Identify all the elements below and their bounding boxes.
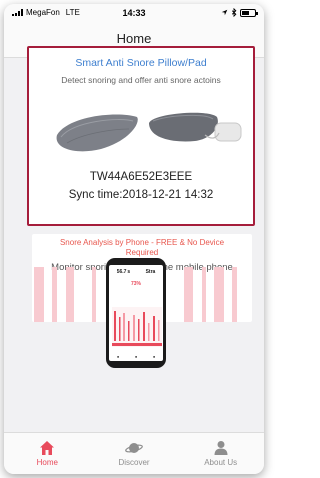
tab-home[interactable]: Home	[4, 433, 91, 474]
pillow-illustration	[56, 112, 242, 152]
device-card-subtitle: Detect snoring and offer anti snore acto…	[61, 75, 221, 85]
status-right	[221, 8, 258, 17]
bluetooth-icon	[231, 8, 237, 17]
preview-footer: ■ ■ ■	[116, 355, 156, 359]
page-title: Home	[116, 31, 152, 46]
tab-about-us[interactable]: About Us	[177, 433, 264, 474]
status-bar: MegaFon LTE 14:33	[4, 4, 264, 22]
preview-score: 73%	[130, 281, 141, 287]
preview-left-value: 56.7 s	[116, 269, 131, 275]
preview-graph	[112, 307, 162, 347]
device-card[interactable]: Smart Anti Snore Pillow/Pad Detect snori…	[27, 46, 255, 226]
phone-frame: MegaFon LTE 14:33 Home Smart Anti Snore …	[4, 4, 264, 474]
tab-about-us-label: About Us	[204, 458, 238, 467]
preview-right-value: Stra	[145, 269, 156, 275]
phone-preview-image: 56.7 s Stra 73% ■ ■ ■	[106, 258, 166, 368]
person-icon	[214, 441, 228, 455]
home-icon	[40, 441, 55, 455]
tab-home-label: Home	[36, 458, 58, 467]
pillow-product-image	[29, 93, 253, 163]
device-card-title: Smart Anti Snore Pillow/Pad	[75, 57, 207, 69]
tab-discover-label: Discover	[118, 458, 150, 467]
sync-time: Sync time:2018-12-21 14:32	[68, 189, 214, 201]
planet-icon	[125, 443, 143, 453]
battery-icon	[240, 8, 258, 17]
tab-discover[interactable]: Discover	[91, 433, 178, 474]
device-id: TW44A6E52E3EEE	[89, 171, 193, 183]
tab-bar: Home Discover About Us	[4, 432, 264, 474]
phone-preview-screen: 56.7 s Stra 73% ■ ■ ■	[109, 265, 163, 361]
location-icon	[221, 9, 228, 16]
phone-card-title: Snore Analysis by Phone - FREE & No Devi…	[59, 238, 225, 257]
